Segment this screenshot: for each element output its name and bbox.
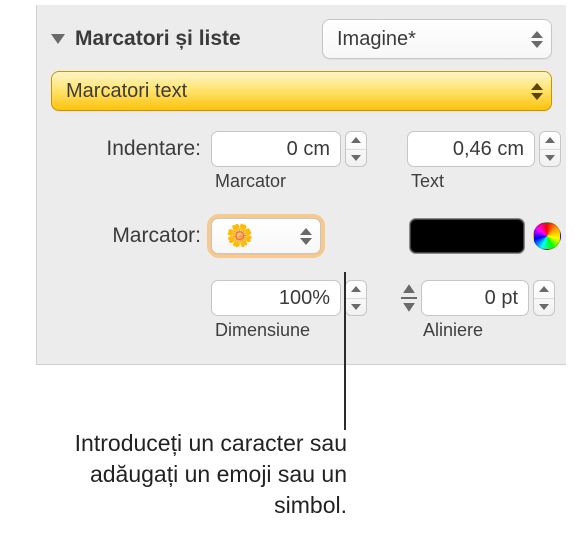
indent-bullet-field[interactable]: 0 cm <box>211 131 341 167</box>
indent-label: Indentare: <box>51 137 211 161</box>
updown-icon <box>531 31 543 48</box>
callout-leader-line <box>344 272 346 430</box>
indent-bullet-stepper[interactable] <box>345 131 367 167</box>
bullet-label: Marcator: <box>51 224 211 248</box>
bullet-type-select[interactable]: Marcatori text <box>51 71 552 111</box>
align-stepper[interactable] <box>533 280 555 316</box>
updown-icon <box>300 228 312 245</box>
color-wheel-icon[interactable] <box>533 222 561 250</box>
bullet-character-select[interactable]: 🌼 <box>211 218 321 254</box>
disclosure-triangle-icon[interactable] <box>51 34 65 44</box>
size-field[interactable]: 100% <box>211 280 341 316</box>
list-style-value: Imagine* <box>337 28 416 51</box>
flower-icon: 🌼 <box>226 225 253 247</box>
updown-icon <box>531 83 543 100</box>
size-caption: Dimensiune <box>211 320 391 341</box>
vertical-align-icon <box>399 284 419 312</box>
align-field[interactable]: 0 pt <box>421 280 529 316</box>
indent-text-field[interactable]: 0,46 cm <box>407 131 535 167</box>
callout-text: Introduceți un caracter sau adăugați un … <box>65 428 347 521</box>
bullets-lists-panel: Marcatori și liste Imagine* Marcatori te… <box>36 5 566 365</box>
align-caption: Aliniere <box>419 320 561 341</box>
indent-text-stepper[interactable] <box>539 131 561 167</box>
section-title: Marcatori și liste <box>75 27 322 51</box>
bullet-type-value: Marcatori text <box>66 80 187 103</box>
indent-bullet-caption: Marcator <box>211 171 391 192</box>
bullet-color-swatch[interactable] <box>409 218 525 254</box>
size-stepper[interactable] <box>345 280 367 316</box>
indent-text-caption: Text <box>407 171 561 192</box>
list-style-select[interactable]: Imagine* <box>322 19 552 59</box>
